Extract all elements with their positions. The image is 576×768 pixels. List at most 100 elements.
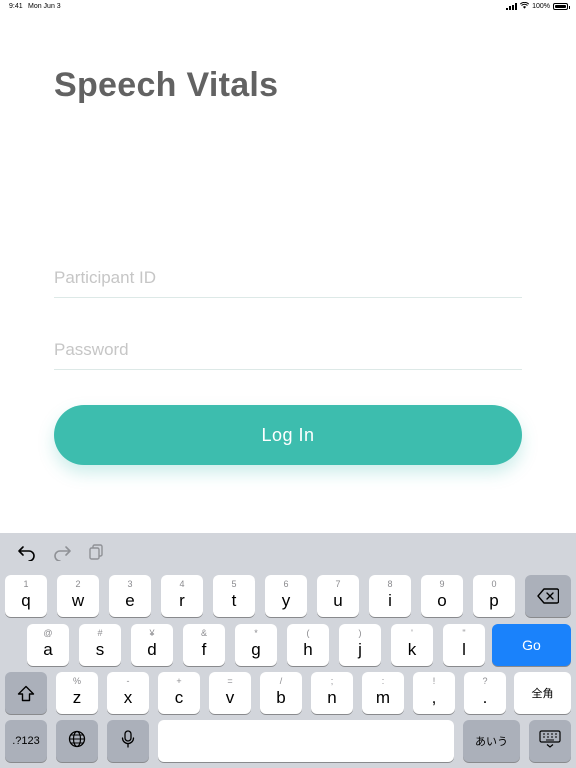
key-row2-8[interactable]: " l xyxy=(443,624,485,666)
participant-id-input[interactable] xyxy=(54,258,522,298)
undo-icon[interactable] xyxy=(17,543,37,562)
signal-icon xyxy=(506,3,518,10)
key-row2-7[interactable]: ' k xyxy=(391,624,433,666)
key-secondary-label: 8 xyxy=(387,579,393,589)
key-secondary-label: & xyxy=(200,628,207,638)
globe-key[interactable] xyxy=(56,720,98,762)
key-secondary-label: 4 xyxy=(179,579,185,589)
key-primary-label: p xyxy=(489,591,499,610)
numbers-key[interactable]: .?123 xyxy=(5,720,47,762)
key-row3-2[interactable]: + c xyxy=(158,672,200,714)
key-secondary-label: 5 xyxy=(231,579,237,589)
key-secondary-label: ( xyxy=(306,628,310,638)
key-row1-5[interactable]: 6y xyxy=(265,575,307,617)
password-input[interactable] xyxy=(54,330,522,370)
dictation-key[interactable] xyxy=(107,720,149,762)
space-bar[interactable] xyxy=(158,720,454,762)
key-primary-label: e xyxy=(125,591,135,610)
backspace-key[interactable] xyxy=(525,575,571,617)
status-bar: 9:41 Mon Jun 3 100% xyxy=(0,0,576,14)
keyboard-dismiss-icon xyxy=(539,729,561,753)
key-secondary-label: ! xyxy=(432,676,436,686)
key-primary-label: o xyxy=(437,591,447,610)
key-row3-0[interactable]: % z xyxy=(56,672,98,714)
key-primary-label: h xyxy=(303,640,313,659)
login-button[interactable]: Log In xyxy=(54,405,522,465)
battery-percent: 100% xyxy=(532,3,550,10)
key-secondary-label: 6 xyxy=(283,579,289,589)
key-primary-label: g xyxy=(251,640,261,659)
key-secondary-label: " xyxy=(462,628,466,638)
key-row1-6[interactable]: 7u xyxy=(317,575,359,617)
key-secondary-label: * xyxy=(254,628,258,638)
key-row2-6[interactable]: ) j xyxy=(339,624,381,666)
redo-icon[interactable] xyxy=(52,543,72,562)
wifi-icon xyxy=(520,1,530,11)
key-row1-1[interactable]: 2w xyxy=(57,575,99,617)
key-row1-7[interactable]: 8i xyxy=(369,575,411,617)
key-row2-4[interactable]: * g xyxy=(235,624,277,666)
key-primary-label: q xyxy=(21,591,31,610)
key-primary-label: a xyxy=(43,640,53,659)
key-primary-label: v xyxy=(225,688,235,707)
key-secondary-label: 9 xyxy=(439,579,445,589)
key-row1-9[interactable]: 0p xyxy=(473,575,515,617)
key-secondary-label: # xyxy=(97,628,103,638)
key-row1-4[interactable]: 5t xyxy=(213,575,255,617)
key-row3-4[interactable]: / b xyxy=(260,672,302,714)
status-indicators: 100% xyxy=(506,1,570,11)
key-primary-label: d xyxy=(147,640,157,659)
key-primary-label: k xyxy=(407,640,417,659)
key-secondary-label: 7 xyxy=(335,579,341,589)
key-secondary-label: 1 xyxy=(23,579,29,589)
paste-icon[interactable] xyxy=(87,543,107,561)
key-primary-label: . xyxy=(482,688,488,707)
key-secondary-label: / xyxy=(279,676,283,686)
fullwidth-key[interactable]: 全角 xyxy=(514,672,571,714)
key-primary-label: n xyxy=(327,688,337,707)
key-row3-8[interactable]: ?. xyxy=(464,672,506,714)
key-primary-label: u xyxy=(333,591,343,610)
go-key[interactable]: Go xyxy=(492,624,571,666)
key-primary-label: x xyxy=(123,688,133,707)
key-primary-label: y xyxy=(281,591,291,610)
key-row1-8[interactable]: 9o xyxy=(421,575,463,617)
key-secondary-label: = xyxy=(227,676,233,686)
key-row1-2[interactable]: 3e xyxy=(109,575,151,617)
key-secondary-label: % xyxy=(72,676,81,686)
key-row2-1[interactable]: # s xyxy=(79,624,121,666)
key-row1-3[interactable]: 4r xyxy=(161,575,203,617)
kana-key[interactable]: あいう xyxy=(463,720,520,762)
key-primary-label: i xyxy=(388,591,392,610)
dismiss-keyboard-key[interactable] xyxy=(529,720,571,762)
key-secondary-label: + xyxy=(176,676,182,686)
key-row3-7[interactable]: !, xyxy=(413,672,455,714)
key-primary-label: r xyxy=(179,591,185,610)
key-row3-5[interactable]: ; n xyxy=(311,672,353,714)
key-primary-label: c xyxy=(174,688,184,707)
globe-icon xyxy=(68,730,86,753)
key-row2-2[interactable]: ¥ d xyxy=(131,624,173,666)
key-secondary-label: ¥ xyxy=(149,628,155,638)
key-secondary-label: ) xyxy=(358,628,362,638)
key-secondary-label: ' xyxy=(411,628,413,638)
key-primary-label: f xyxy=(201,640,207,659)
key-row3-1[interactable]: -x xyxy=(107,672,149,714)
key-primary-label: j xyxy=(358,640,362,659)
status-date: Mon Jun 3 xyxy=(28,3,61,10)
key-secondary-label: ; xyxy=(330,676,334,686)
shift-key[interactable] xyxy=(5,672,47,714)
key-primary-label: t xyxy=(231,591,237,610)
key-row3-6[interactable]: :m xyxy=(362,672,404,714)
keyboard: 1q2w3e4r5t6y7u8i9o0p @ a # s ¥ d & f * g(h) j ' k " l … xyxy=(0,533,576,768)
key-primary-label: m xyxy=(375,688,391,707)
key-secondary-label: 0 xyxy=(491,579,497,589)
key-row2-3[interactable]: & f xyxy=(183,624,225,666)
key-row1-0[interactable]: 1q xyxy=(5,575,47,617)
key-primary-label: , xyxy=(431,688,437,707)
key-row3-3[interactable]: = v xyxy=(209,672,251,714)
key-secondary-label: : xyxy=(381,676,385,686)
key-row2-5[interactable]: (h xyxy=(287,624,329,666)
key-row2-0[interactable]: @ a xyxy=(27,624,69,666)
key-primary-label: z xyxy=(72,688,82,707)
